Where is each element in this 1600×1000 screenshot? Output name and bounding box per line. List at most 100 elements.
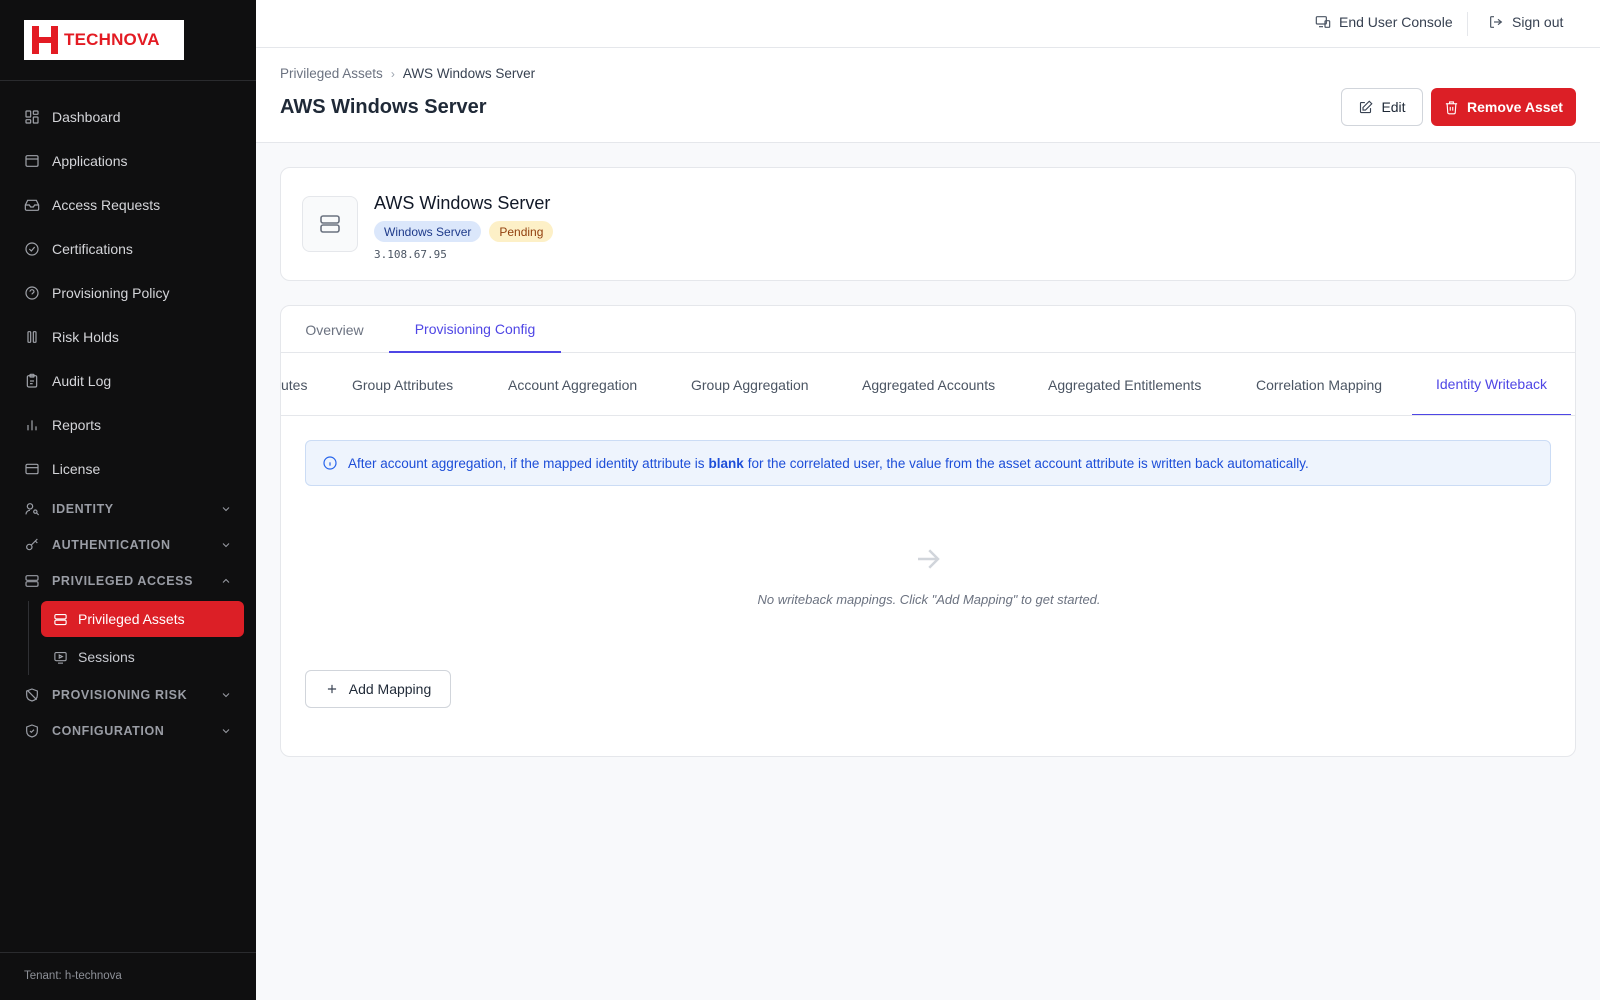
chevron-down-icon bbox=[222, 507, 230, 512]
edit-icon bbox=[1360, 99, 1373, 113]
window-icon bbox=[25, 155, 39, 167]
section-label: PRIVILEGED ACCESS bbox=[52, 574, 194, 588]
server-icon bbox=[25, 575, 39, 587]
info-text-bold: blank bbox=[708, 455, 744, 471]
tab-account-attributes[interactable]: utes bbox=[281, 353, 307, 415]
sidebar-section-provisioning-risk[interactable]: PROVISIONING RISK bbox=[0, 677, 256, 713]
brand-name: TECHNOVA bbox=[64, 30, 160, 49]
sidebar-item-provisioning-policy[interactable]: Provisioning Policy bbox=[0, 271, 256, 315]
devices-icon bbox=[1315, 16, 1331, 28]
sidebar-section-identity[interactable]: IDENTITY bbox=[0, 491, 256, 527]
tab-identity-writeback[interactable]: Identity Writeback bbox=[1412, 353, 1572, 415]
section-label: IDENTITY bbox=[52, 502, 114, 516]
sidebar-item-label: Privileged Assets bbox=[78, 611, 185, 627]
section-label: AUTHENTICATION bbox=[52, 538, 171, 552]
pause-icon bbox=[27, 331, 37, 343]
breadcrumb-current: AWS Windows Server bbox=[402, 66, 536, 81]
tenant-divider bbox=[0, 952, 256, 953]
sidebar-item-reports[interactable]: Reports bbox=[0, 403, 256, 447]
tab-aggregated-entitlements[interactable]: Aggregated Entitlements bbox=[1048, 353, 1201, 415]
tab-provisioning-config[interactable]: Provisioning Config bbox=[389, 306, 561, 353]
chevron-right-icon: › bbox=[390, 66, 395, 81]
edit-button[interactable]: Edit bbox=[1341, 88, 1423, 126]
chevron-down-icon bbox=[222, 543, 230, 548]
tab-aggregated-accounts[interactable]: Aggregated Accounts bbox=[862, 353, 995, 415]
sign-out-label: Sign out bbox=[1512, 14, 1564, 30]
arrow-right-icon bbox=[913, 544, 943, 574]
breadcrumb: Privileged Assets › AWS Windows Server bbox=[280, 66, 535, 81]
page-header: Privileged Assets › AWS Windows Server A… bbox=[256, 48, 1600, 143]
bar-chart-icon bbox=[27, 420, 37, 431]
sidebar-item-audit-log[interactable]: Audit Log bbox=[0, 359, 256, 403]
sidebar-item-license[interactable]: License bbox=[0, 447, 256, 491]
status-badge: Pending bbox=[489, 221, 554, 242]
sidebar-nav: Dashboard Applications Access Requests C… bbox=[0, 95, 256, 749]
chevron-up-icon bbox=[222, 578, 230, 583]
asset-type-icon bbox=[302, 196, 358, 252]
card-icon bbox=[25, 463, 39, 475]
logout-icon bbox=[1490, 16, 1503, 28]
tenant-label: Tenant: h-technova bbox=[24, 970, 122, 982]
sidebar-item-access-requests[interactable]: Access Requests bbox=[0, 183, 256, 227]
check-circle-icon bbox=[25, 242, 39, 256]
sidebar-item-privileged-assets[interactable]: Privileged Assets bbox=[41, 601, 244, 637]
sidebar-item-certifications[interactable]: Certifications bbox=[0, 227, 256, 271]
sidebar-item-dashboard[interactable]: Dashboard bbox=[0, 95, 256, 139]
remove-asset-label: Remove Asset bbox=[1467, 99, 1563, 115]
sidebar-item-label: Sessions bbox=[78, 649, 135, 665]
sidebar-item-label: Access Requests bbox=[52, 197, 161, 213]
inbox-icon bbox=[24, 199, 40, 211]
sidebar-item-applications[interactable]: Applications bbox=[0, 139, 256, 183]
logo-mark-icon bbox=[32, 26, 58, 54]
empty-state-text: No writeback mappings. Click "Add Mappin… bbox=[757, 592, 1101, 607]
add-mapping-button[interactable]: Add Mapping bbox=[305, 670, 451, 708]
sidebar-item-label: Reports bbox=[52, 417, 102, 433]
sidebar-item-risk-holds[interactable]: Risk Holds bbox=[0, 315, 256, 359]
remove-asset-button[interactable]: Remove Asset bbox=[1431, 88, 1576, 126]
info-icon bbox=[323, 456, 337, 470]
brand-logo[interactable]: TECHNOVA bbox=[24, 20, 184, 60]
server-icon bbox=[54, 613, 67, 625]
end-user-console-label: End User Console bbox=[1339, 14, 1453, 30]
breadcrumb-parent-link[interactable]: Privileged Assets bbox=[280, 66, 383, 81]
policy-icon bbox=[25, 286, 39, 300]
sidebar-item-label: Audit Log bbox=[52, 373, 112, 389]
tab-group-aggregation[interactable]: Group Aggregation bbox=[691, 353, 809, 415]
sign-out-link[interactable]: Sign out bbox=[1488, 14, 1563, 30]
sidebar-item-label: Provisioning Policy bbox=[52, 285, 170, 301]
sidebar-section-privileged-access[interactable]: PRIVILEGED ACCESS bbox=[0, 563, 256, 599]
sidebar-section-authentication[interactable]: AUTHENTICATION bbox=[0, 527, 256, 563]
page-title: AWS Windows Server bbox=[280, 96, 487, 118]
sub-tabs: utes Group Attributes Account Aggregatio… bbox=[281, 353, 1575, 416]
add-mapping-label: Add Mapping bbox=[348, 681, 432, 697]
trash-icon bbox=[1445, 100, 1458, 114]
sidebar-item-label: Risk Holds bbox=[52, 329, 119, 345]
user-key-icon bbox=[25, 503, 40, 516]
shield-off-icon bbox=[26, 688, 38, 702]
chevron-down-icon bbox=[222, 729, 230, 734]
main-tabs: Overview Provisioning Config bbox=[281, 306, 1575, 353]
tab-correlation-mapping[interactable]: Correlation Mapping bbox=[1256, 353, 1382, 415]
asset-badges: Windows Server Pending bbox=[374, 221, 554, 242]
end-user-console-link[interactable]: End User Console bbox=[1315, 14, 1453, 30]
tab-overview[interactable]: Overview bbox=[281, 306, 388, 353]
privileged-access-submenu: Privileged Assets Sessions bbox=[0, 601, 256, 675]
sidebar-item-label: Applications bbox=[52, 153, 128, 169]
sidebar-section-configuration[interactable]: CONFIGURATION bbox=[0, 713, 256, 749]
plus-icon bbox=[327, 684, 336, 694]
sidebar-divider bbox=[0, 80, 256, 81]
sidebar-item-label: License bbox=[52, 461, 101, 477]
tab-account-aggregation[interactable]: Account Aggregation bbox=[508, 353, 637, 415]
edit-label: Edit bbox=[1381, 99, 1406, 115]
sidebar-item-label: Dashboard bbox=[52, 109, 121, 125]
asset-ip-address: 3.108.67.95 bbox=[374, 248, 447, 261]
shield-check-icon bbox=[26, 724, 38, 738]
tab-group-attributes[interactable]: Group Attributes bbox=[352, 353, 453, 415]
asset-name: AWS Windows Server bbox=[374, 193, 551, 213]
sidebar-item-sessions[interactable]: Sessions bbox=[41, 639, 244, 675]
provisioning-config-panel: Overview Provisioning Config utes Group … bbox=[280, 305, 1576, 757]
info-banner: After account aggregation, if the mapped… bbox=[305, 440, 1551, 486]
submenu-line bbox=[28, 601, 29, 675]
section-label: CONFIGURATION bbox=[52, 724, 165, 738]
info-text-after: for the correlated user, the value from … bbox=[747, 455, 1309, 471]
